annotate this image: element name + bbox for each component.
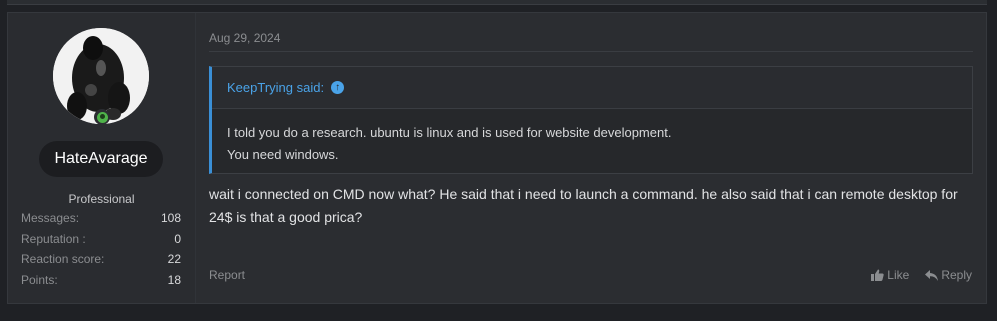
stat-label: Points: (21, 272, 58, 287)
stat-value: 22 (167, 252, 181, 266)
quote-header[interactable]: KeepTrying said: ↑ (212, 67, 972, 109)
stat-row-points: Points: 18 (21, 273, 181, 294)
like-button[interactable]: Like (871, 268, 909, 282)
online-status-icon (94, 109, 110, 125)
post-author-panel: HateAvarage Professional Messages: 108 R… (8, 13, 196, 303)
stat-label: Reputation : (21, 231, 86, 246)
post-message: wait i connected on CMD now what? He sai… (209, 186, 958, 225)
quote-content: I told you do a research. ubuntu is linu… (212, 109, 972, 166)
stat-row-messages: Messages: 108 (21, 211, 181, 232)
thumbs-up-icon (871, 269, 884, 281)
reply-arrow-icon (925, 269, 939, 281)
post-date[interactable]: Aug 29, 2024 (209, 31, 280, 45)
post-actions: Like Reply (871, 268, 972, 282)
quote-line: You need windows. (227, 147, 339, 162)
user-title: Professional (68, 192, 135, 206)
like-label: Like (887, 268, 910, 282)
stat-label: Reaction score: (21, 252, 105, 266)
stat-label: Messages: (21, 211, 80, 225)
user-stats: Messages: 108 Reputation : 0 Reaction sc… (21, 211, 181, 293)
reply-label: Reply (941, 268, 972, 282)
arrow-up-circle-icon[interactable]: ↑ (331, 81, 345, 94)
username[interactable]: HateAvarage (39, 141, 163, 177)
forum-post: HateAvarage Professional Messages: 108 R… (7, 12, 987, 304)
header-divider (209, 51, 973, 52)
stat-value: 0 (174, 231, 181, 246)
quote-line: I told you do a research. ubuntu is linu… (227, 125, 672, 140)
stat-row-reputation: Reputation : 0 (21, 232, 181, 253)
previous-post-edge (7, 0, 987, 5)
reply-button[interactable]: Reply (925, 268, 972, 282)
quote-block: KeepTrying said: ↑ I told you do a resea… (209, 66, 973, 174)
stat-row-reaction-score: Reaction score: 22 (21, 252, 181, 273)
stat-value: 108 (160, 211, 181, 225)
report-link[interactable]: Report (209, 268, 245, 282)
stat-value: 18 (167, 272, 181, 287)
post-main: Aug 29, 2024 KeepTrying said: ↑ I told y… (209, 13, 973, 303)
quote-author[interactable]: KeepTrying said: (227, 80, 324, 95)
